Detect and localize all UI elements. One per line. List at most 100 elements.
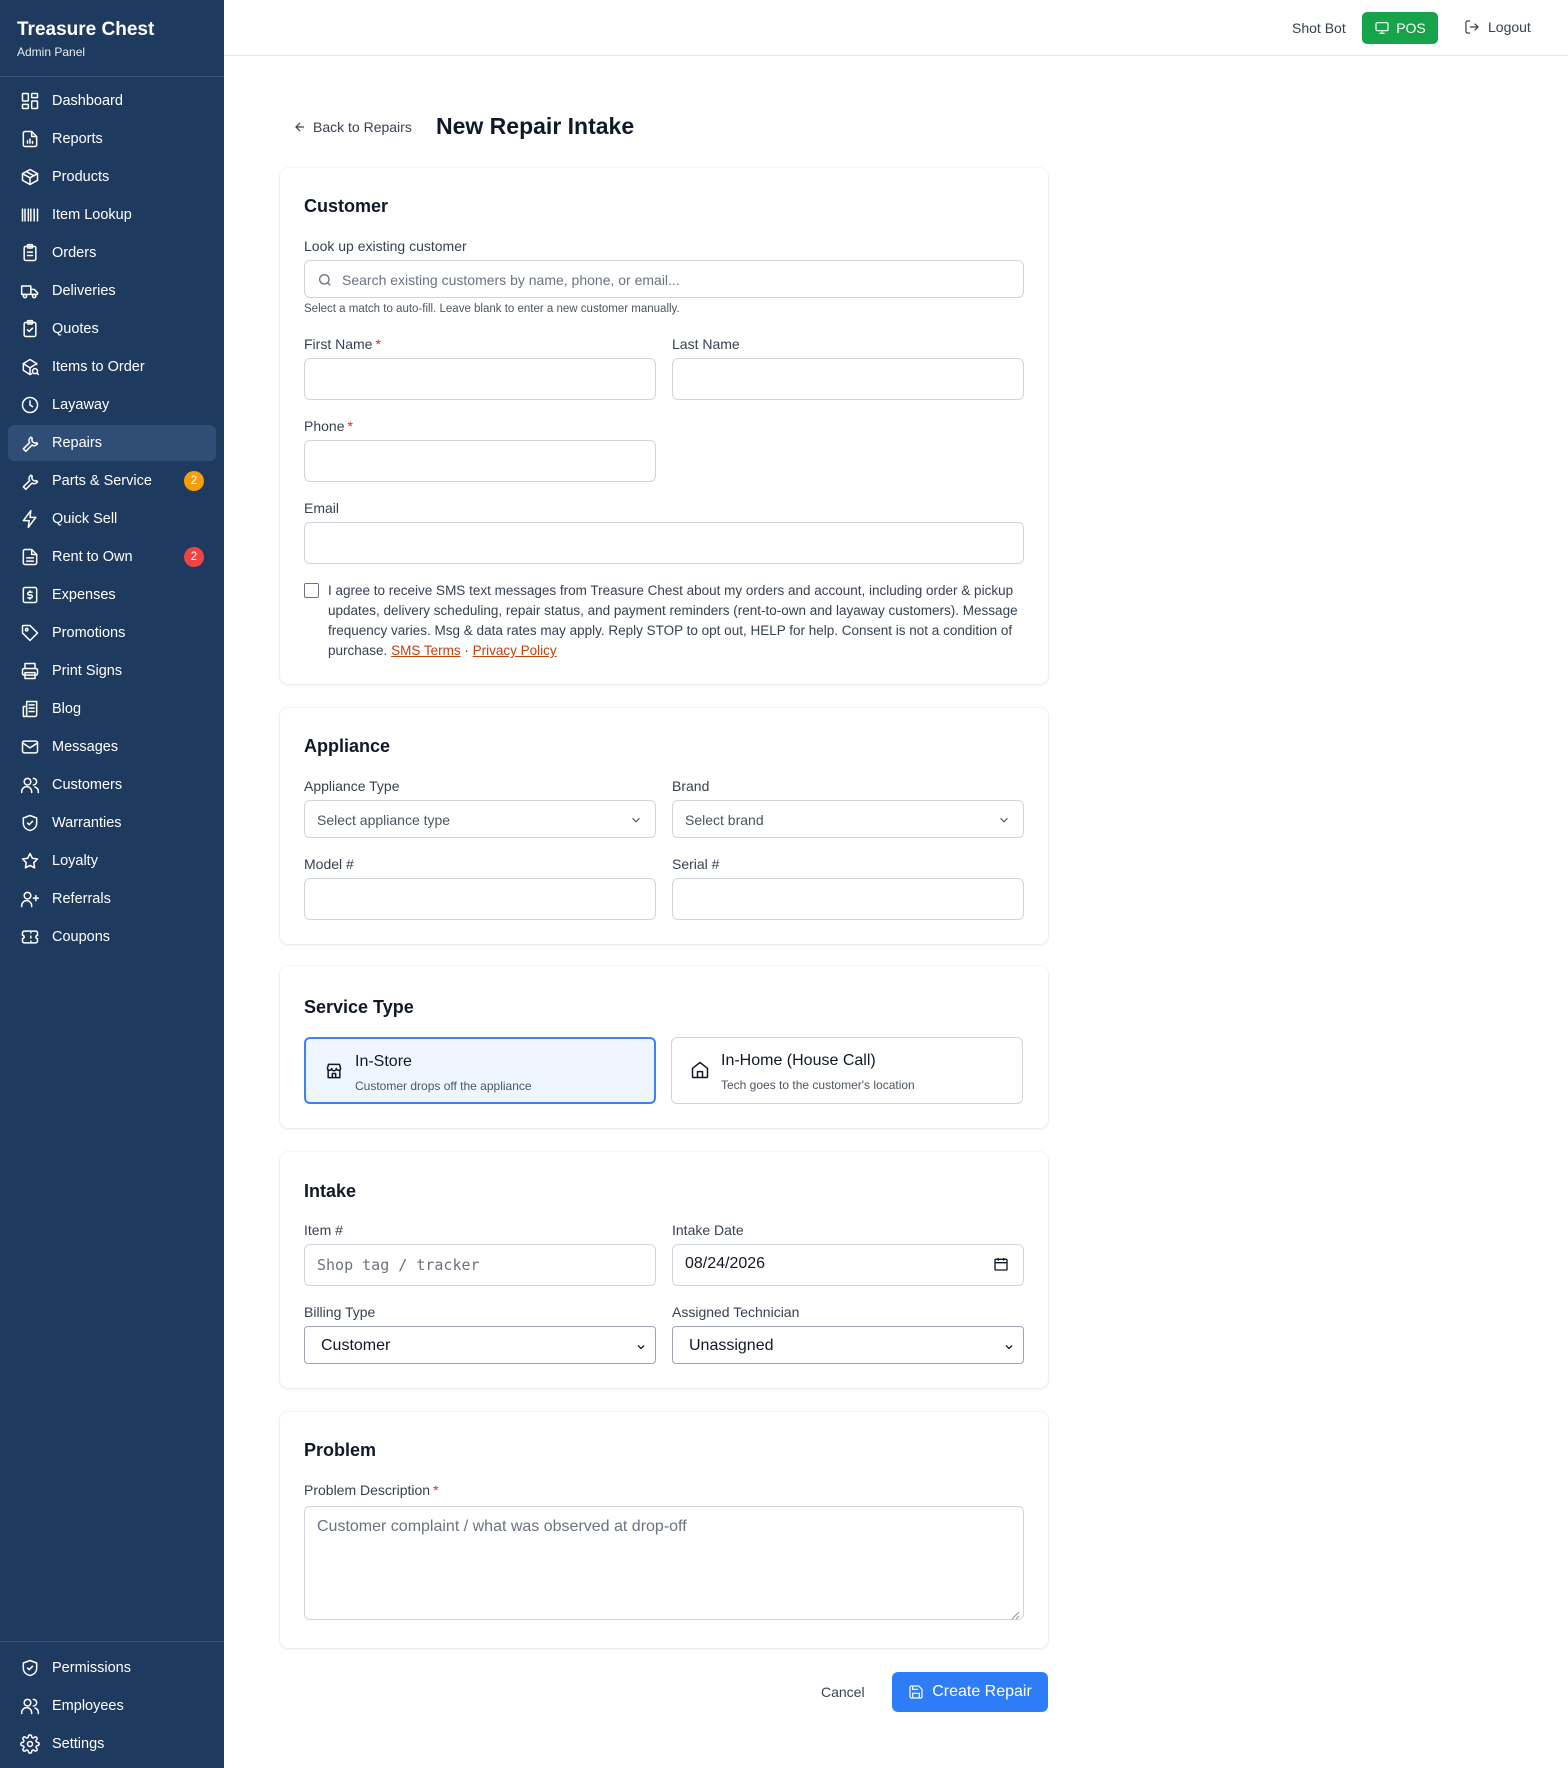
sidebar-item-label: Dashboard [52, 93, 123, 109]
sidebar-item-label: Quick Sell [52, 511, 118, 527]
sms-consent-checkbox[interactable] [304, 583, 319, 598]
lookup-label: Look up existing customer [304, 238, 467, 254]
sidebar-nav: Dashboard Reports Products Item Lookup O… [0, 77, 224, 955]
problem-description-textarea[interactable]: Customer complaint / what was observed a… [304, 1506, 1024, 1620]
report-icon [20, 129, 40, 149]
first-name-input[interactable] [304, 358, 656, 400]
sidebar-item-label: Items to Order [52, 359, 145, 375]
item-number-placeholder: Shop tag / tracker [317, 1256, 480, 1274]
wrench-icon [20, 471, 40, 491]
mail-icon [20, 737, 40, 757]
appliance-type-placeholder: Select appliance type [317, 812, 451, 828]
sidebar-item-rent-to-own[interactable]: Rent to Own 2 [8, 539, 216, 575]
sidebar-item-quotes[interactable]: Quotes [8, 311, 216, 347]
sidebar-item-label: Coupons [52, 929, 111, 945]
tag-icon [20, 623, 40, 643]
top-bar: Shot Bot POS Logout [224, 0, 1568, 56]
appliance-type-select[interactable]: Select appliance type [304, 800, 656, 838]
calendar-icon[interactable] [993, 1256, 1009, 1272]
logout-button[interactable]: Logout [1464, 19, 1531, 35]
last-name-label: Last Name [672, 336, 740, 352]
service-option-in-home[interactable]: In-Home (House Call) Tech goes to the cu… [671, 1037, 1023, 1104]
service-option-in-store[interactable]: In-Store Customer drops off the applianc… [304, 1037, 656, 1104]
sidebar-item-label: Item Lookup [52, 207, 132, 223]
search-placeholder: Search existing customers by name, phone… [342, 272, 680, 288]
create-repair-button[interactable]: Create Repair [892, 1672, 1048, 1712]
sidebar: Treasure Chest Admin Panel Dashboard Rep… [0, 0, 224, 1768]
sidebar-item-label: Messages [52, 739, 119, 755]
resize-handle-icon[interactable] [1011, 1607, 1020, 1620]
label-text: Phone [304, 418, 345, 434]
sidebar-item-loyalty[interactable]: Loyalty [8, 843, 216, 879]
brand-select[interactable]: Select brand [672, 800, 1024, 838]
required-marker: * [433, 1482, 439, 1498]
sidebar-item-customers[interactable]: Customers [8, 767, 216, 803]
sidebar-item-orders[interactable]: Orders [8, 235, 216, 271]
serial-input[interactable] [672, 878, 1024, 920]
serial-label: Serial # [672, 856, 720, 872]
sidebar-item-parts-service[interactable]: Parts & Service 2 [8, 463, 216, 499]
item-number-input[interactable]: Shop tag / tracker [304, 1244, 656, 1286]
sidebar-item-label: Orders [52, 245, 97, 261]
sidebar-item-deliveries[interactable]: Deliveries [8, 273, 216, 309]
intake-date-input[interactable]: 08/24/2026 [672, 1244, 1024, 1286]
sidebar-item-reports[interactable]: Reports [8, 121, 216, 157]
shield-check-icon [20, 813, 40, 833]
sidebar-item-label: Parts & Service [52, 473, 152, 489]
pos-button-label: POS [1396, 20, 1426, 36]
sidebar-item-referrals[interactable]: Referrals [8, 881, 216, 917]
back-link-label: Back to Repairs [313, 119, 412, 135]
technician-select[interactable]: Unassigned [672, 1326, 1024, 1364]
sidebar-item-items-to-order[interactable]: Items to Order [8, 349, 216, 385]
email-input[interactable] [304, 522, 1024, 564]
sidebar-item-label: Quotes [52, 321, 99, 337]
users-icon [20, 1696, 40, 1716]
billing-type-select[interactable]: Customer [304, 1326, 656, 1364]
service-type-card: Service Type In-Store Customer drops off… [280, 966, 1048, 1128]
brand: Treasure Chest Admin Panel [0, 0, 224, 77]
pos-button[interactable]: POS [1362, 12, 1438, 44]
cancel-button[interactable]: Cancel [821, 1684, 865, 1700]
sidebar-item-employees[interactable]: Employees [8, 1688, 216, 1724]
sidebar-item-settings[interactable]: Settings [8, 1726, 216, 1762]
sidebar-item-blog[interactable]: Blog [8, 691, 216, 727]
star-icon [20, 851, 40, 871]
sidebar-item-label: Referrals [52, 891, 111, 907]
section-title: Intake [304, 1181, 357, 1201]
intake-date-value: 08/24/2026 [685, 1255, 766, 1272]
label-text: Problem Description [304, 1482, 431, 1498]
sidebar-item-layaway[interactable]: Layaway [8, 387, 216, 423]
ticket-icon [20, 927, 40, 947]
service-option-desc: Customer drops off the appliance [355, 1079, 532, 1093]
sidebar-item-quick-sell[interactable]: Quick Sell [8, 501, 216, 537]
sidebar-item-expenses[interactable]: Expenses [8, 577, 216, 613]
item-number-label: Item # [304, 1222, 343, 1238]
sidebar-bottom-nav: Permissions Employees Settings [0, 1641, 224, 1768]
sidebar-item-messages[interactable]: Messages [8, 729, 216, 765]
last-name-input[interactable] [672, 358, 1024, 400]
privacy-policy-link[interactable]: Privacy Policy [473, 643, 557, 658]
sms-terms-link[interactable]: SMS Terms [391, 643, 461, 658]
required-marker: * [375, 336, 381, 352]
sidebar-item-repairs[interactable]: Repairs [8, 425, 216, 461]
sidebar-item-promotions[interactable]: Promotions [8, 615, 216, 651]
section-title: Customer [304, 196, 389, 216]
sidebar-item-label: Promotions [52, 625, 126, 641]
sidebar-item-coupons[interactable]: Coupons [8, 919, 216, 955]
sidebar-item-warranties[interactable]: Warranties [8, 805, 216, 841]
store-icon [324, 1061, 344, 1081]
sidebar-item-print-signs[interactable]: Print Signs [8, 653, 216, 689]
phone-input[interactable] [304, 440, 656, 482]
customer-search-input[interactable]: Search existing customers by name, phone… [304, 260, 1024, 298]
sidebar-item-item-lookup[interactable]: Item Lookup [8, 197, 216, 233]
clipboard-check-icon [20, 319, 40, 339]
sidebar-item-permissions[interactable]: Permissions [8, 1650, 216, 1686]
sidebar-item-products[interactable]: Products [8, 159, 216, 195]
customer-card: Customer Look up existing customer Searc… [280, 168, 1048, 684]
back-to-repairs-link[interactable]: Back to Repairs [293, 119, 412, 135]
model-input[interactable] [304, 878, 656, 920]
sidebar-item-dashboard[interactable]: Dashboard [8, 83, 216, 119]
billing-type-label: Billing Type [304, 1304, 376, 1320]
email-label: Email [304, 500, 340, 516]
intake-card: Intake Item # Shop tag / tracker Intake … [280, 1152, 1048, 1388]
